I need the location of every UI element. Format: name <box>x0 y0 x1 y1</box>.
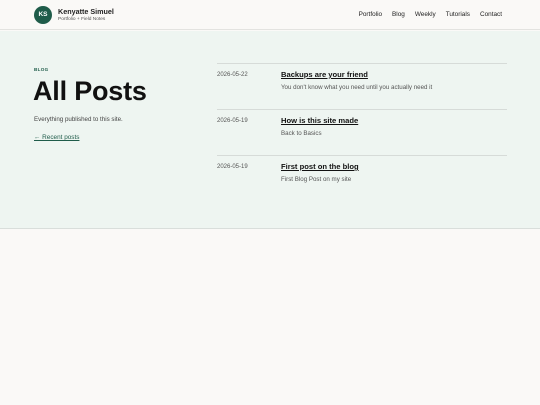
nav-item-tutorials[interactable]: Tutorials <box>446 11 470 18</box>
section-kicker: BLOG <box>34 67 49 72</box>
site-logo[interactable]: KS <box>34 6 52 24</box>
post-description: You don't know what you need until you a… <box>281 84 433 91</box>
post-description: First Blog Post on my site <box>281 176 352 183</box>
page-intro: Everything published to this site. <box>34 116 123 123</box>
post-date: 2026-05-22 <box>217 72 248 78</box>
posts-hero: BLOG All Posts Everything published to t… <box>0 31 540 229</box>
list-item: 2026-05-19 How is this site made Back to… <box>217 109 507 155</box>
list-item: 2026-05-22 Backups are your friend You d… <box>217 63 507 109</box>
list-item: 2026-05-19 First post on the blog First … <box>217 155 507 201</box>
post-date: 2026-05-19 <box>217 118 248 124</box>
page-title: All Posts <box>33 76 147 106</box>
post-title-link[interactable]: How is this site made <box>281 116 358 125</box>
post-title-link[interactable]: Backups are your friend <box>281 70 368 79</box>
nav-item-portfolio[interactable]: Portfolio <box>359 11 382 18</box>
recent-posts-link[interactable]: ← Recent posts <box>34 134 79 141</box>
post-list: 2026-05-22 Backups are your friend You d… <box>217 63 507 201</box>
post-description: Back to Basics <box>281 130 322 137</box>
main-nav: Portfolio Blog Weekly Tutorials Contact <box>359 11 502 18</box>
nav-item-contact[interactable]: Contact <box>480 11 502 18</box>
site-tagline: Portfolio + Field Notes <box>58 17 106 22</box>
site-header: KS Kenyatte Simuel Portfolio + Field Not… <box>0 0 540 30</box>
nav-item-blog[interactable]: Blog <box>392 11 405 18</box>
nav-item-weekly[interactable]: Weekly <box>415 11 436 18</box>
site-name[interactable]: Kenyatte Simuel <box>58 7 114 16</box>
post-title-link[interactable]: First post on the blog <box>281 162 359 171</box>
post-date: 2026-05-19 <box>217 164 248 170</box>
